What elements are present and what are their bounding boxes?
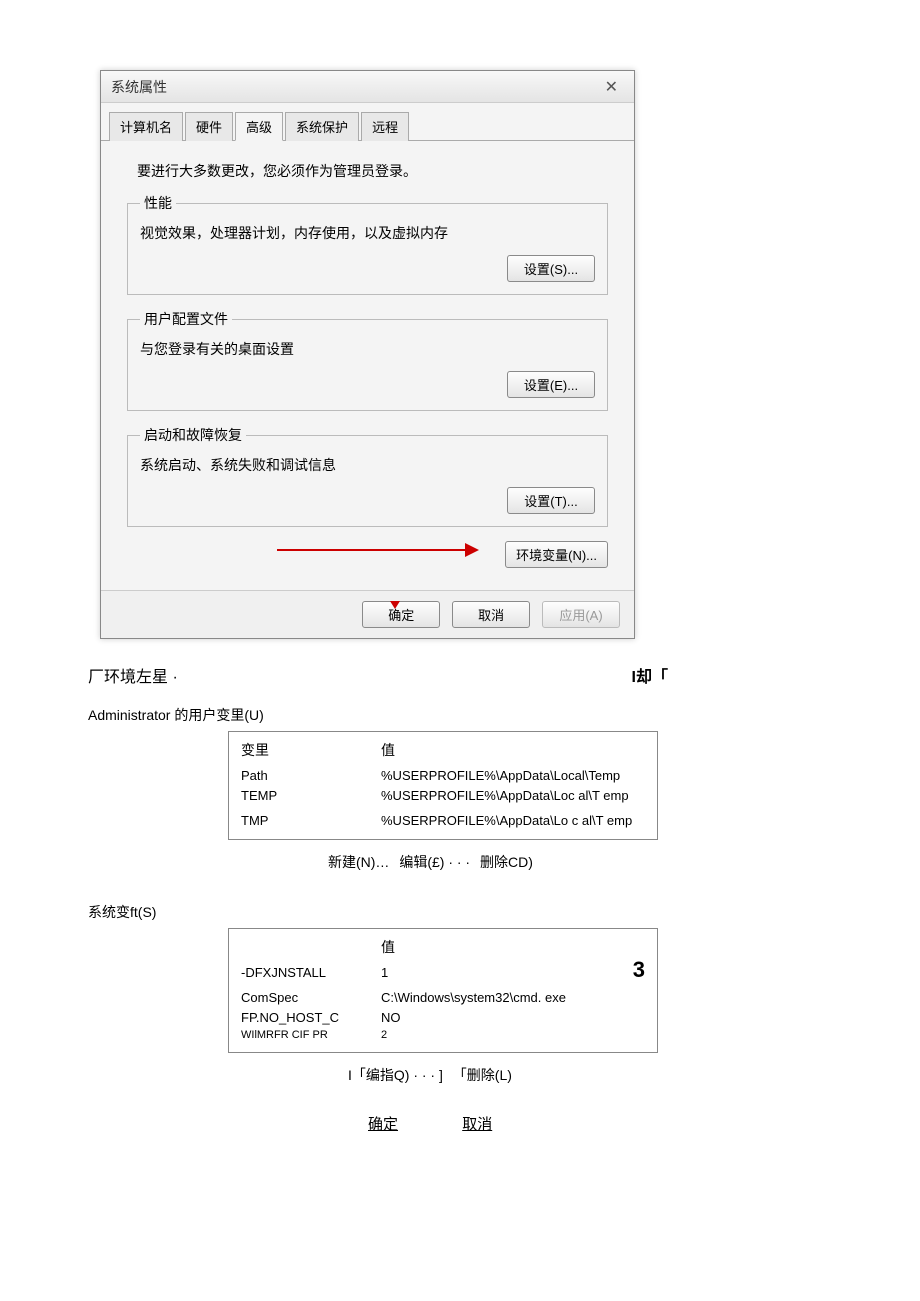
sys-vars-table[interactable]: 3 值 -DFXJNSTALL 1 ComSpec C:\Windows\sys… <box>228 928 658 1053</box>
env-header-right: I却「 <box>632 663 668 687</box>
user-vars-label: Administrator 的用户变里(U) <box>88 705 668 725</box>
var-value: %USERPROFILE%\AppData\Loc al\T emp <box>381 786 645 806</box>
startup-legend: 启动和故障恢复 <box>140 425 246 445</box>
user-vars-header: 变里 值 <box>241 740 645 760</box>
tab-hardware[interactable]: 硬件 <box>185 112 233 141</box>
environment-variables-button[interactable]: 环境变量(N)... <box>505 541 608 568</box>
table-row[interactable]: FP.NO_HOST_C NO <box>241 1008 645 1028</box>
user-profile-legend: 用户配置文件 <box>140 309 232 329</box>
var-name: TEMP <box>241 786 381 806</box>
user-vars-table[interactable]: 变里 值 Path %USERPROFILE%\AppData\Local\Te… <box>228 731 658 840</box>
col-value: 值 <box>381 740 395 760</box>
titlebar: 系统属性 ✕ <box>101 71 634 103</box>
var-name: FP.NO_HOST_C <box>241 1008 381 1028</box>
var-value: C:\Windows\system32\cmd. exe <box>381 988 645 1008</box>
arrow-icon <box>277 549 477 551</box>
table-row[interactable]: -DFXJNSTALL 1 <box>241 963 645 983</box>
env-header-row: 厂环境左星 · I却「 <box>88 663 668 687</box>
side-number: 3 <box>633 957 645 983</box>
delete-button[interactable]: 删除CD) <box>480 854 533 870</box>
user-vars-buttons: 新建(N)… 编辑(£) · · · 删除CD) <box>328 852 668 872</box>
startup-group: 启动和故障恢复 系统启动、系统失败和调试信息 设置(T)... <box>127 425 608 527</box>
var-name: TMP <box>241 811 381 831</box>
user-profile-desc: 与您登录有关的桌面设置 <box>140 339 595 359</box>
var-name: Path <box>241 766 381 786</box>
var-value: 1 <box>381 963 645 983</box>
ok-button[interactable]: 确定 <box>362 601 440 628</box>
dialog-footer: 确定 取消 应用(A) <box>101 590 634 638</box>
admin-note: 要进行大多数更改，您必须作为管理员登录。 <box>137 161 606 181</box>
edit-button[interactable]: 编辑(£) · · · <box>399 854 470 870</box>
var-value: %USERPROFILE%\AppData\Local\Temp <box>381 766 645 786</box>
env-vars-section: 厂环境左星 · I却「 Administrator 的用户变里(U) 变里 值 … <box>88 663 668 1134</box>
tab-remote[interactable]: 远程 <box>361 112 409 141</box>
table-row[interactable]: TMP %USERPROFILE%\AppData\Lo c al\T emp <box>241 811 645 831</box>
tab-advanced[interactable]: 高级 <box>235 112 283 141</box>
cancel-button[interactable]: 取消 <box>452 601 530 628</box>
env-button-row: 环境变量(N)... <box>127 541 608 568</box>
var-value: NO <box>381 1008 645 1028</box>
var-value: %USERPROFILE%\AppData\Lo c al\T emp <box>381 811 645 831</box>
table-row[interactable]: ComSpec C:\Windows\system32\cmd. exe <box>241 988 645 1008</box>
performance-settings-button[interactable]: 设置(S)... <box>507 255 595 282</box>
performance-group: 性能 视觉效果，处理器计划，内存使用，以及虚拟内存 设置(S)... <box>127 193 608 295</box>
performance-legend: 性能 <box>140 193 176 213</box>
var-name: WIlMRFR CIF PR <box>241 1027 381 1044</box>
new-button[interactable]: 新建(N)… <box>328 854 389 870</box>
tab-system-protection[interactable]: 系统保护 <box>285 112 359 141</box>
tab-strip: 计算机名 硬件 高级 系统保护 远程 <box>101 103 634 141</box>
close-icon[interactable]: ✕ <box>599 77 624 97</box>
sys-vars-header: 值 <box>241 937 645 957</box>
col-name <box>241 937 381 957</box>
user-profile-group: 用户配置文件 与您登录有关的桌面设置 设置(E)... <box>127 309 608 411</box>
env-dialog-footer: 确定 取消 <box>368 1113 668 1134</box>
system-properties-dialog: 系统属性 ✕ 计算机名 硬件 高级 系统保护 远程 要进行大多数更改，您必须作为… <box>100 70 635 639</box>
dialog-title: 系统属性 <box>111 77 167 97</box>
performance-desc: 视觉效果，处理器计划，内存使用，以及虚拟内存 <box>140 223 595 243</box>
sys-vars-label: 系统变ft(S) <box>88 902 668 922</box>
startup-desc: 系统启动、系统失败和调试信息 <box>140 455 595 475</box>
apply-button[interactable]: 应用(A) <box>542 601 620 628</box>
var-name: -DFXJNSTALL <box>241 963 381 983</box>
col-value: 值 <box>381 937 395 957</box>
startup-settings-button[interactable]: 设置(T)... <box>507 487 595 514</box>
col-name: 变里 <box>241 740 381 760</box>
ok-button[interactable]: 确定 <box>368 1116 398 1133</box>
env-header-left: 厂环境左星 · <box>88 663 178 687</box>
var-name: ComSpec <box>241 988 381 1008</box>
delete-button[interactable]: 「删除(L) <box>453 1067 512 1083</box>
var-value: 2 <box>381 1027 645 1044</box>
edit-button[interactable]: I「编指Q) · · · ] <box>348 1067 443 1083</box>
table-row[interactable]: WIlMRFR CIF PR 2 <box>241 1027 645 1044</box>
table-row[interactable]: TEMP %USERPROFILE%\AppData\Loc al\T emp <box>241 786 645 806</box>
tab-computer-name[interactable]: 计算机名 <box>109 112 183 141</box>
user-profile-settings-button[interactable]: 设置(E)... <box>507 371 595 398</box>
dialog-body: 要进行大多数更改，您必须作为管理员登录。 性能 视觉效果，处理器计划，内存使用，… <box>101 141 634 590</box>
cancel-button[interactable]: 取消 <box>462 1116 492 1133</box>
table-row[interactable]: Path %USERPROFILE%\AppData\Local\Temp <box>241 766 645 786</box>
sys-vars-buttons: I「编指Q) · · · ] 「删除(L) <box>348 1065 668 1085</box>
